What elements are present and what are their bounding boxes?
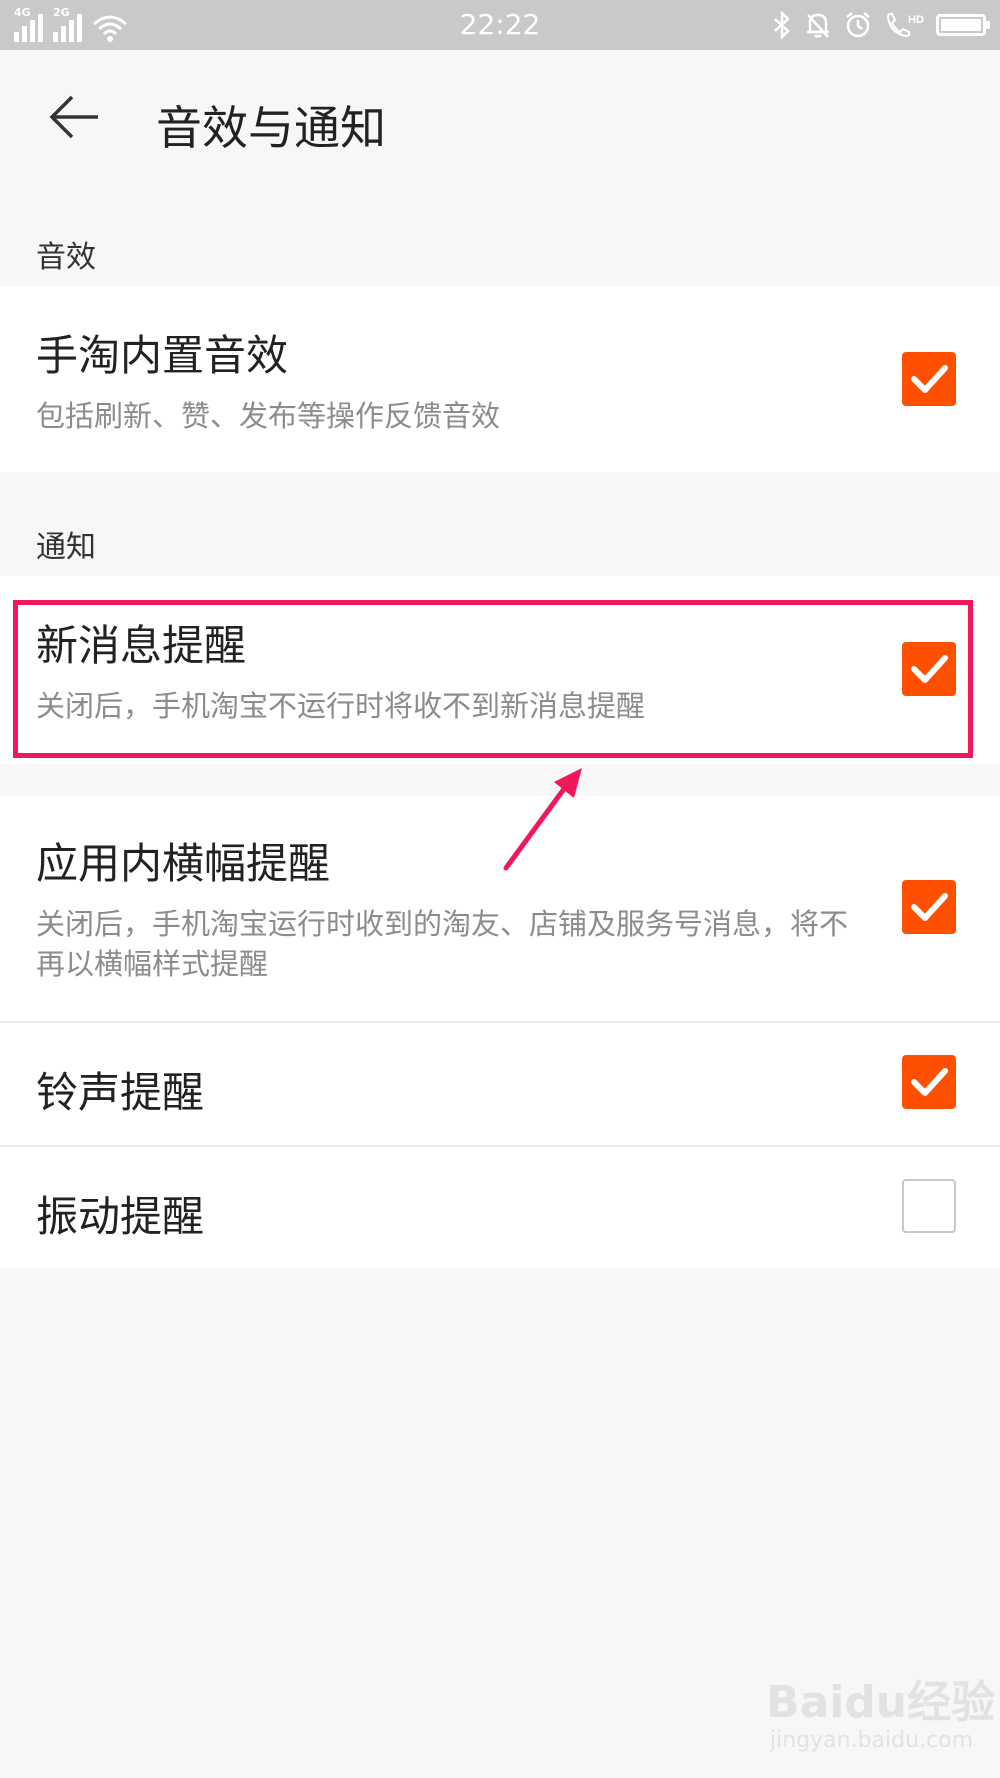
watermark-url: jingyan.baidu.com <box>770 1728 974 1753</box>
alarm-icon <box>846 12 870 38</box>
page-title: 音效与通知 <box>156 101 386 155</box>
new-message-checkbox[interactable] <box>902 642 956 696</box>
setting-description: 关闭后，手机淘宝不运行时将收不到新消息提醒 <box>36 689 646 723</box>
checkmark-icon <box>911 893 948 921</box>
svg-text:HD: HD <box>908 14 924 26</box>
section-label-notify: 通知 <box>36 530 96 565</box>
setting-title: 振动提醒 <box>36 1192 205 1241</box>
setting-row-ringtone[interactable]: 铃声提醒 <box>0 1023 1000 1145</box>
bluetooth-icon <box>774 11 790 39</box>
watermark-logo: Baidu经验 <box>766 1677 996 1728</box>
setting-row-new-message[interactable]: 新消息提醒 关闭后，手机淘宝不运行时将收不到新消息提醒 <box>0 576 1000 764</box>
setting-description: 包括刷新、赞、发布等操作反馈音效 <box>36 399 501 433</box>
checkmark-icon <box>911 1068 948 1096</box>
arrow-left-icon[interactable] <box>48 92 104 142</box>
vibration-checkbox[interactable] <box>902 1179 956 1233</box>
watermark: Baidu经验 jingyan.baidu.com <box>766 1666 995 1766</box>
setting-row-builtin-sound[interactable]: 手淘内置音效 包括刷新、赞、发布等操作反馈音效 <box>0 286 1000 472</box>
in-app-banner-checkbox[interactable] <box>902 880 956 934</box>
checkmark-icon <box>911 655 948 683</box>
status-bar: 4G 2G 22:22 HD <box>0 0 1000 50</box>
annotation-arrow-icon <box>503 768 582 871</box>
bell-icon <box>807 13 829 38</box>
setting-description: 关闭后，手机淘宝运行时收到的淘友、店铺及服务号消息，将不再以横幅样式提醒 <box>36 907 849 981</box>
setting-title: 手淘内置音效 <box>36 331 289 380</box>
setting-title: 新消息提醒 <box>36 621 247 670</box>
phone-hd-icon: HD <box>886 12 924 38</box>
setting-title: 铃声提醒 <box>36 1068 205 1117</box>
status-icons: HD <box>772 9 990 41</box>
ringtone-checkbox[interactable] <box>902 1055 956 1109</box>
app-header: 音效与通知 <box>0 50 1000 182</box>
section-label-sound: 音效 <box>36 240 96 275</box>
battery-icon <box>936 14 990 36</box>
builtin-sound-checkbox[interactable] <box>902 352 956 406</box>
setting-title: 应用内横幅提醒 <box>36 839 331 888</box>
setting-row-vibration[interactable]: 振动提醒 <box>0 1147 1000 1268</box>
checkmark-icon <box>911 365 948 393</box>
